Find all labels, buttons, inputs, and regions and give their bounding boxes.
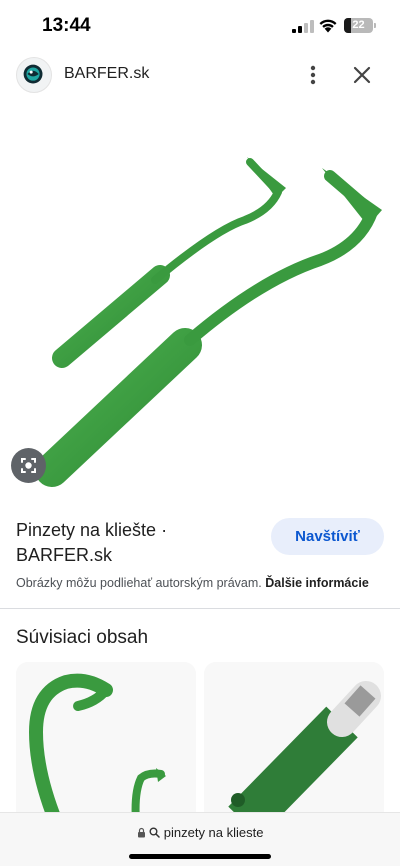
status-time: 13:44	[42, 15, 91, 36]
copyright-notice: Obrázky môžu podliehať autorským právam.…	[16, 576, 391, 590]
more-vertical-icon[interactable]	[300, 61, 326, 89]
visit-button[interactable]: Navštíviť	[271, 518, 384, 555]
close-icon[interactable]	[348, 61, 376, 89]
site-name[interactable]: BARFER.sk	[64, 65, 149, 83]
status-bar: 13:44 22	[0, 0, 400, 52]
related-card-hook[interactable]	[16, 662, 196, 822]
url-text: pinzety na klieste	[163, 825, 264, 840]
cellular-signal-icon	[292, 20, 314, 33]
related-image-tool	[204, 662, 384, 822]
wifi-icon	[319, 19, 337, 33]
url-field[interactable]: pinzety na klieste	[0, 825, 400, 840]
lens-icon	[21, 458, 36, 473]
result-title[interactable]: Pinzety na kliešte · BARFER.sk	[16, 518, 256, 568]
search-icon	[149, 827, 160, 838]
battery-icon: 22	[344, 18, 373, 33]
related-card-tool[interactable]	[204, 662, 384, 822]
copyright-text: Obrázky môžu podliehať autorským právam.	[16, 576, 262, 590]
battery-level: 22	[352, 19, 365, 31]
lens-search-button[interactable]	[11, 448, 46, 483]
related-image-hook	[16, 662, 196, 822]
tick-tweezers-image[interactable]	[0, 100, 400, 500]
bottom-url-bar: pinzety na klieste	[0, 812, 400, 866]
lock-icon	[137, 827, 145, 838]
site-logo-icon[interactable]	[16, 57, 52, 93]
home-indicator[interactable]	[129, 854, 271, 859]
related-heading: Súvisiaci obsah	[16, 627, 149, 648]
divider	[0, 608, 400, 609]
battery-tip	[374, 23, 376, 28]
source-header: BARFER.sk	[0, 52, 400, 98]
more-info-link[interactable]: Ďalšie informácie	[265, 576, 369, 590]
